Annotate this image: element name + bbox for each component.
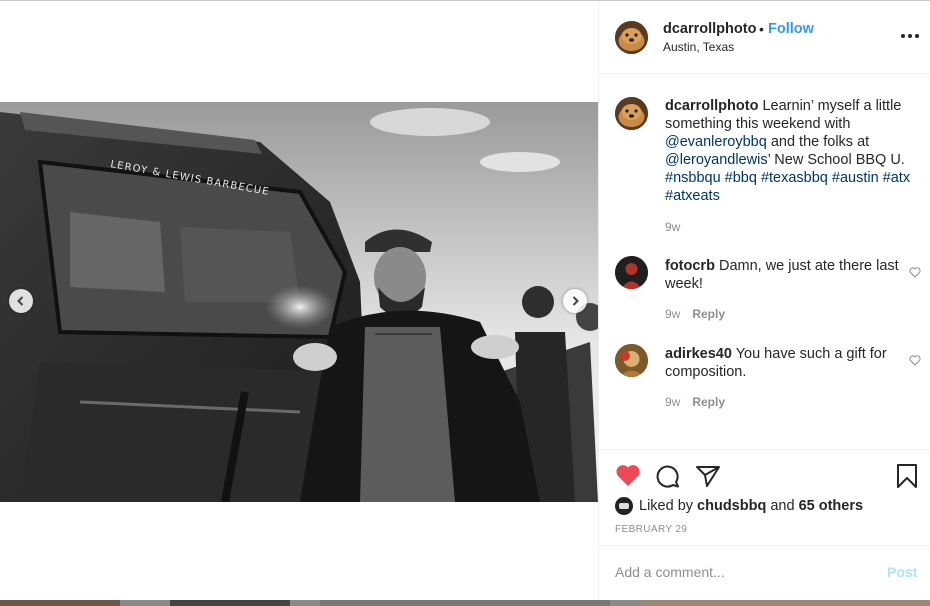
like-button[interactable] (615, 464, 641, 493)
caption-text-part: and the folks at (766, 134, 870, 150)
post-header: dcarrollphoto • Follow Austin, Texas (599, 1, 930, 74)
post-location[interactable]: Austin, Texas (663, 40, 734, 54)
comment-timestamp[interactable]: 9w (665, 395, 680, 409)
chevron-left-icon (17, 296, 24, 306)
caption-timestamp[interactable]: 9w (665, 220, 680, 234)
bookmark-icon (897, 464, 917, 488)
caption-time: 9w (665, 220, 680, 234)
like-comment-button[interactable] (909, 265, 921, 283)
user-avatar-image (615, 256, 648, 289)
comment-timestamp[interactable]: 9w (665, 307, 680, 321)
comment-meta: 9w Reply (665, 307, 725, 321)
caption-username[interactable]: dcarrollphoto (665, 98, 758, 114)
feed-thumbnail-strip (0, 600, 930, 606)
liker-avatar[interactable] (615, 497, 633, 515)
more-options-button[interactable] (901, 34, 919, 38)
comment-avatar[interactable] (615, 256, 648, 289)
author-username[interactable]: dcarrollphoto (663, 21, 756, 37)
liked-by-and: and (766, 498, 799, 514)
comments-section: dcarrollphoto Learnin’ myself a little s… (599, 74, 930, 449)
caption-text: dcarrollphoto Learnin’ myself a little s… (665, 97, 915, 205)
comment-username[interactable]: fotocrb (665, 258, 715, 274)
previous-photo-button[interactable] (9, 289, 33, 313)
paper-plane-icon (696, 466, 720, 487)
comment-avatar[interactable] (615, 344, 648, 377)
dog-avatar-image (615, 97, 648, 130)
liked-by-user[interactable]: chudsbbq (697, 498, 766, 514)
add-comment-input[interactable]: Add a comment... (615, 564, 725, 580)
heart-filled-icon (616, 465, 640, 486)
comment-meta: 9w Reply (665, 395, 725, 409)
mention-leroyandlewis[interactable]: @leroyandlewis (665, 152, 768, 168)
heart-outline-icon (909, 355, 921, 366)
share-button[interactable] (695, 464, 721, 493)
caption-hashtags[interactable]: #nsbbqu #bbq #texasbbq #austin #atx #atx… (665, 170, 910, 204)
comment-text: adirkes40 You have such a gift for compo… (665, 345, 915, 381)
chuds-logo-icon (619, 503, 629, 509)
post-media-area: LEROY & LEWIS BARBECUE (0, 1, 598, 600)
follow-button[interactable]: Follow (768, 21, 814, 37)
chevron-right-icon (572, 296, 579, 306)
author-avatar[interactable] (615, 21, 648, 54)
comment-button[interactable] (655, 464, 681, 493)
ellipsis-icon (901, 34, 919, 38)
post-comment-button[interactable]: Post (887, 564, 917, 580)
caption-author-avatar[interactable] (615, 97, 648, 130)
reply-button[interactable]: Reply (692, 307, 725, 321)
photo-illustration: LEROY & LEWIS BARBECUE (0, 102, 598, 502)
post-details-panel: dcarrollphoto • Follow Austin, Texas dca… (598, 1, 930, 600)
heart-outline-icon (909, 267, 921, 278)
post-photo[interactable]: LEROY & LEWIS BARBECUE (0, 102, 598, 502)
like-comment-button[interactable] (909, 353, 921, 371)
comment-text: fotocrb Damn, we just ate there last wee… (665, 257, 915, 293)
reply-button[interactable]: Reply (692, 395, 725, 409)
save-button[interactable] (896, 464, 918, 493)
next-photo-button[interactable] (563, 289, 587, 313)
speech-bubble-icon (656, 465, 679, 488)
liked-by-summary: Liked by chudsbbq and 65 others (615, 496, 863, 516)
user-avatar-image (615, 344, 648, 377)
separator-dot: • (759, 21, 764, 37)
mention-evanleroybbq[interactable]: @evanleroybbq (665, 134, 767, 150)
post-date[interactable]: FEBRUARY 29 (615, 524, 687, 535)
liked-by-prefix: Liked by (639, 498, 698, 514)
dog-avatar-image (615, 21, 648, 54)
liked-by-others[interactable]: 65 others (799, 498, 863, 514)
post-actions: Liked by chudsbbq and 65 others FEBRUARY… (599, 449, 930, 546)
comment-username[interactable]: adirkes40 (665, 346, 732, 362)
add-comment-bar: Add a comment... Post (599, 545, 930, 601)
caption-text-part: ’ New School BBQ U. (767, 152, 905, 168)
